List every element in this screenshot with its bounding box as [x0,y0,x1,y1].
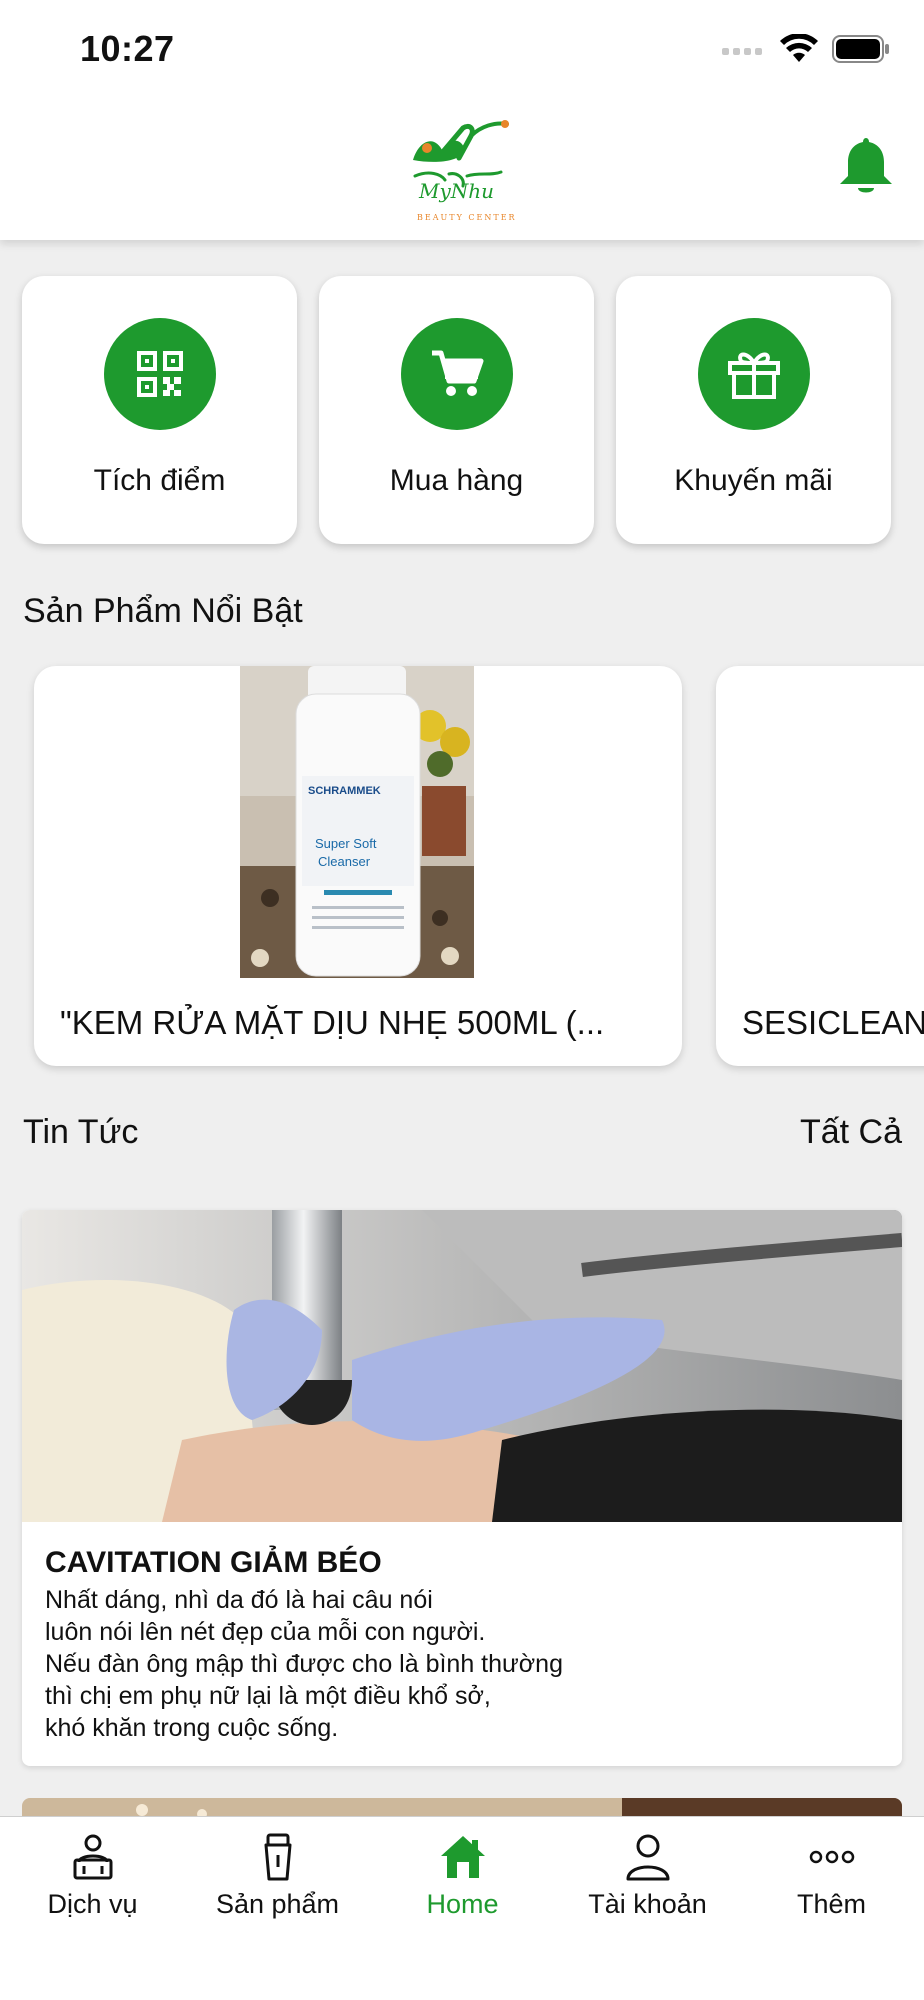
more-icon [808,1831,856,1883]
battery-icon [832,35,889,63]
action-label: Khuyến mãi [674,464,833,497]
news-title: CAVITATION GIẢM BÉO [45,1546,382,1579]
news-card[interactable]: CAVITATION GIẢM BÉO Nhất dáng, nhì da đó… [22,1210,902,1766]
action-label: Mua hàng [389,464,524,497]
news-see-all-link[interactable]: Tất Cả [800,1113,902,1152]
bottom-navigation: Dịch vụ Sản phẩm Home Tài khoản Thêm [0,1816,924,2000]
news-excerpt-line: thì chị em phụ nữ lại là một điều khổ sở… [45,1682,491,1710]
svg-text:BEAUTY CENTER: BEAUTY CENTER [417,213,517,222]
brand-logo: MyNhu BEAUTY CENTER [413,120,517,222]
qr-code-icon [103,318,216,430]
action-promotions[interactable]: Khuyến mãi [616,276,891,544]
app-screen: 10:27 MyNhu BEAUTY CENTER Tích điểm Mua … [0,0,924,2000]
nav-item-services[interactable]: Dịch vụ [0,1817,185,1941]
news-excerpt-line: khó khăn trong cuộc sống. [45,1714,339,1742]
action-shopping[interactable]: Mua hàng [319,276,594,544]
news-excerpt-line: Nếu đàn ông mập thì được cho là bình thư… [45,1650,563,1678]
cellular-signal-icon [722,48,762,55]
status-icons [722,34,890,64]
nav-item-account[interactable]: Tài khoản [555,1817,740,1941]
nav-label: Tài khoản [588,1889,707,1919]
news-excerpt-line: Nhất dáng, nhì da đó là hai câu nói [45,1586,433,1614]
nav-label: Thêm [796,1889,867,1919]
service-icon [69,1831,117,1883]
product-image-line-2: Cleanser [318,854,371,869]
nav-label: Sản phẩm [215,1889,340,1919]
product-card[interactable]: SESICLEAN [716,666,924,1066]
status-time: 10:27 [80,28,175,69]
nav-item-home[interactable]: Home [370,1817,555,1941]
nav-label: Home [426,1889,499,1919]
svg-text:MyNhu: MyNhu [418,179,494,203]
bell-icon[interactable] [838,134,894,196]
product-card[interactable]: SCHRAMMEK Super Soft Cleanser "KEM RỬA M… [34,666,682,1066]
nav-item-more[interactable]: Thêm [739,1817,924,1941]
product-image-brand: SCHRAMMEK [308,785,381,797]
action-loyalty-points[interactable]: Tích điểm [22,276,297,544]
home-icon [439,1831,487,1883]
product-icon [254,1831,302,1883]
header-bar: 10:27 MyNhu BEAUTY CENTER [0,0,924,240]
quick-actions: Tích điểm Mua hàng Khuyến mãi [22,276,891,544]
wifi-icon [780,34,818,62]
nav-label: Dịch vụ [47,1889,138,1919]
news-excerpt-line: luôn nói lên nét đẹp của mỗi con người. [45,1618,486,1646]
product-image-line-1: Super Soft [315,836,377,851]
product-name: "KEM RỬA MẶT DỊU NHẸ 500ML (... [60,1004,605,1041]
gift-icon [697,318,810,430]
product-image: SCHRAMMEK Super Soft Cleanser [240,666,474,978]
cart-icon [400,318,513,430]
action-label: Tích điểm [93,464,226,497]
product-name: SESICLEAN [742,1004,924,1041]
news-image [22,1210,902,1522]
account-icon [624,1831,672,1883]
featured-section-title: Sản Phẩm Nổi Bật [23,592,303,630]
nav-item-products[interactable]: Sản phẩm [185,1817,370,1941]
news-section-title: Tin Tức [23,1113,139,1151]
